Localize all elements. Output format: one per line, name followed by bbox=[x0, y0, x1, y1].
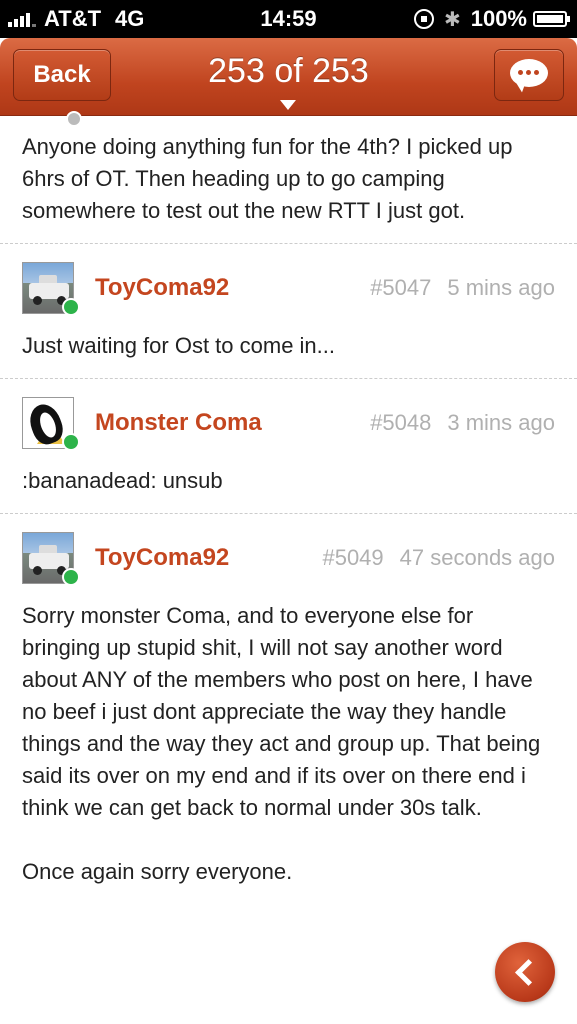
post-header: ToyComa92 #5049 47 seconds ago bbox=[0, 514, 577, 600]
chat-bubble-icon bbox=[510, 59, 548, 93]
battery-icon bbox=[533, 11, 570, 27]
previous-page-button[interactable] bbox=[495, 942, 555, 1002]
post-time: 3 mins ago bbox=[447, 410, 555, 435]
post-number: #5049 bbox=[322, 545, 384, 570]
post-meta: #5048 3 mins ago bbox=[370, 410, 555, 436]
rotation-lock-icon bbox=[413, 9, 434, 29]
post-previous: Anyone doing anything fun for the 4th? I… bbox=[0, 111, 577, 243]
thread-content: Anyone doing anything fun for the 4th? I… bbox=[0, 111, 577, 904]
post-time: 5 mins ago bbox=[447, 275, 555, 300]
username-link[interactable]: Monster Coma bbox=[95, 409, 262, 437]
chevron-left-icon bbox=[514, 958, 542, 986]
post-header: ToyComa92 #5047 5 mins ago bbox=[0, 244, 577, 330]
username-link[interactable]: ToyComa92 bbox=[95, 274, 229, 302]
post-body: Just waiting for Ost to come in... bbox=[22, 333, 336, 358]
post-body: Sorry monster Coma, and to everyone else… bbox=[22, 603, 541, 884]
post-number: #5047 bbox=[370, 275, 432, 300]
page-counter-title[interactable]: 253 of 253 bbox=[150, 52, 427, 91]
post-meta: #5047 5 mins ago bbox=[370, 275, 555, 301]
username-link[interactable]: ToyComa92 bbox=[95, 544, 229, 572]
post-body: :bananadead: unsub bbox=[22, 468, 223, 493]
online-status-icon bbox=[62, 298, 80, 316]
post-time: 47 seconds ago bbox=[399, 545, 555, 570]
navigation-bar: Back 253 of 253 bbox=[0, 38, 577, 116]
post-5047: ToyComa92 #5047 5 mins ago Just waiting f… bbox=[0, 244, 577, 378]
online-indicator-icon bbox=[66, 111, 82, 127]
back-button[interactable]: Back bbox=[13, 49, 111, 101]
post-5048: Monster Coma #5048 3 mins ago :bananadead… bbox=[0, 379, 577, 513]
post-header: Monster Coma #5048 3 mins ago bbox=[0, 379, 577, 465]
status-bar: AT&T 4G 14:59 ✱ 100% bbox=[0, 0, 577, 38]
caret-down-icon[interactable] bbox=[280, 100, 296, 110]
post-number: #5048 bbox=[370, 410, 432, 435]
bluetooth-icon: ✱ bbox=[443, 8, 461, 31]
post-body: Anyone doing anything fun for the 4th? I… bbox=[22, 134, 513, 223]
reply-button[interactable] bbox=[494, 49, 564, 101]
online-status-icon bbox=[62, 568, 80, 586]
post-5049: ToyComa92 #5049 47 seconds ago Sorry mons… bbox=[0, 514, 577, 904]
status-right: ✱ 100% bbox=[413, 6, 570, 32]
online-status-icon bbox=[62, 433, 80, 451]
post-meta: #5049 47 seconds ago bbox=[322, 545, 555, 571]
battery-percent: 100% bbox=[470, 6, 527, 31]
